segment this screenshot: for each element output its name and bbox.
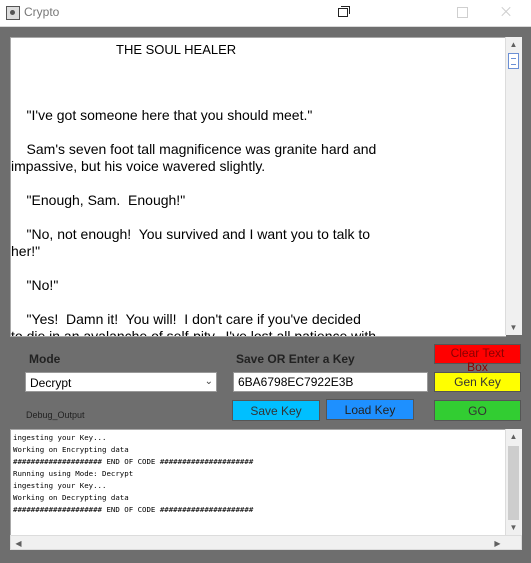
scroll-up-icon[interactable]: ▲ — [506, 429, 521, 444]
close-icon[interactable] — [496, 4, 516, 20]
debug-output-line: ingesting your Key... — [13, 481, 107, 490]
maximize-icon[interactable] — [452, 4, 472, 20]
document-line: "Enough, Sam. Enough!" — [11, 192, 186, 208]
chevron-down-icon: ⌄ — [204, 376, 213, 387]
debug-output-label: Debug_Output — [26, 410, 85, 420]
scroll-down-icon[interactable]: ▼ — [506, 320, 521, 335]
scroll-left-icon[interactable]: ◀ — [11, 536, 26, 551]
document-line: to die in an avalanche of self-pity. I'v… — [11, 328, 377, 337]
window-title: Crypto — [24, 5, 60, 19]
scroll-right-icon[interactable]: ▶ — [490, 536, 505, 551]
debug-output-area[interactable]: ingesting your Key... Working on Encrypt… — [10, 429, 506, 537]
document-line: "Yes! Damn it! You will! I don't care if… — [11, 311, 361, 327]
document-line: her!" — [11, 243, 41, 259]
document-line: "No, not enough! You survived and I want… — [11, 226, 371, 242]
scroll-down-icon[interactable]: ▼ — [506, 520, 521, 535]
document-scrollbar[interactable]: ▲ ▼ — [505, 37, 522, 335]
go-button[interactable]: GO — [434, 400, 521, 421]
document-title: THE SOUL HEALER — [116, 42, 237, 57]
debug-output-line: #################### END OF CODE #######… — [13, 457, 254, 466]
save-key-button[interactable]: Save Key — [232, 400, 320, 421]
document-line: "No!" — [11, 277, 59, 293]
mode-selected-value: Decrypt — [30, 376, 72, 390]
load-key-button[interactable]: Load Key — [326, 399, 414, 420]
document-line: "I've got someone here that you should m… — [11, 107, 313, 123]
debug-output-line: Running using Mode: Decrypt — [13, 469, 134, 478]
mode-select[interactable]: Decrypt ⌄ — [25, 372, 217, 392]
gen-key-button[interactable]: Gen Key — [434, 372, 521, 392]
debug-output-line: #################### END OF CODE #######… — [13, 505, 254, 514]
debug-output-line: ingesting your Key... — [13, 433, 107, 442]
debug-output-line: Working on Encrypting data — [13, 445, 129, 454]
key-input[interactable] — [233, 372, 428, 392]
document-line: Sam's seven foot tall magnificence was g… — [11, 141, 377, 157]
scroll-up-icon[interactable]: ▲ — [506, 37, 521, 52]
key-label: Save OR Enter a Key — [236, 352, 355, 366]
title-bar: Crypto — [0, 0, 531, 27]
debug-output-scrollbar[interactable]: ▲ ▼ — [505, 429, 522, 535]
document-line: impassive, but his voice wavered slightl… — [11, 158, 266, 174]
debug-output-line: Working on Decrypting data — [13, 493, 129, 502]
debug-output-hscrollbar[interactable]: ◀ ▶ — [10, 535, 522, 550]
clear-text-box-button[interactable]: Clear Text Box — [434, 344, 521, 374]
scroll-thumb[interactable] — [508, 53, 519, 69]
scroll-thumb[interactable] — [508, 446, 519, 520]
document-text-area[interactable]: THE SOUL HEALER "I've got someone here t… — [10, 37, 506, 337]
restore-icon[interactable] — [333, 4, 353, 20]
app-icon — [6, 6, 20, 20]
mode-label: Mode — [29, 352, 61, 366]
